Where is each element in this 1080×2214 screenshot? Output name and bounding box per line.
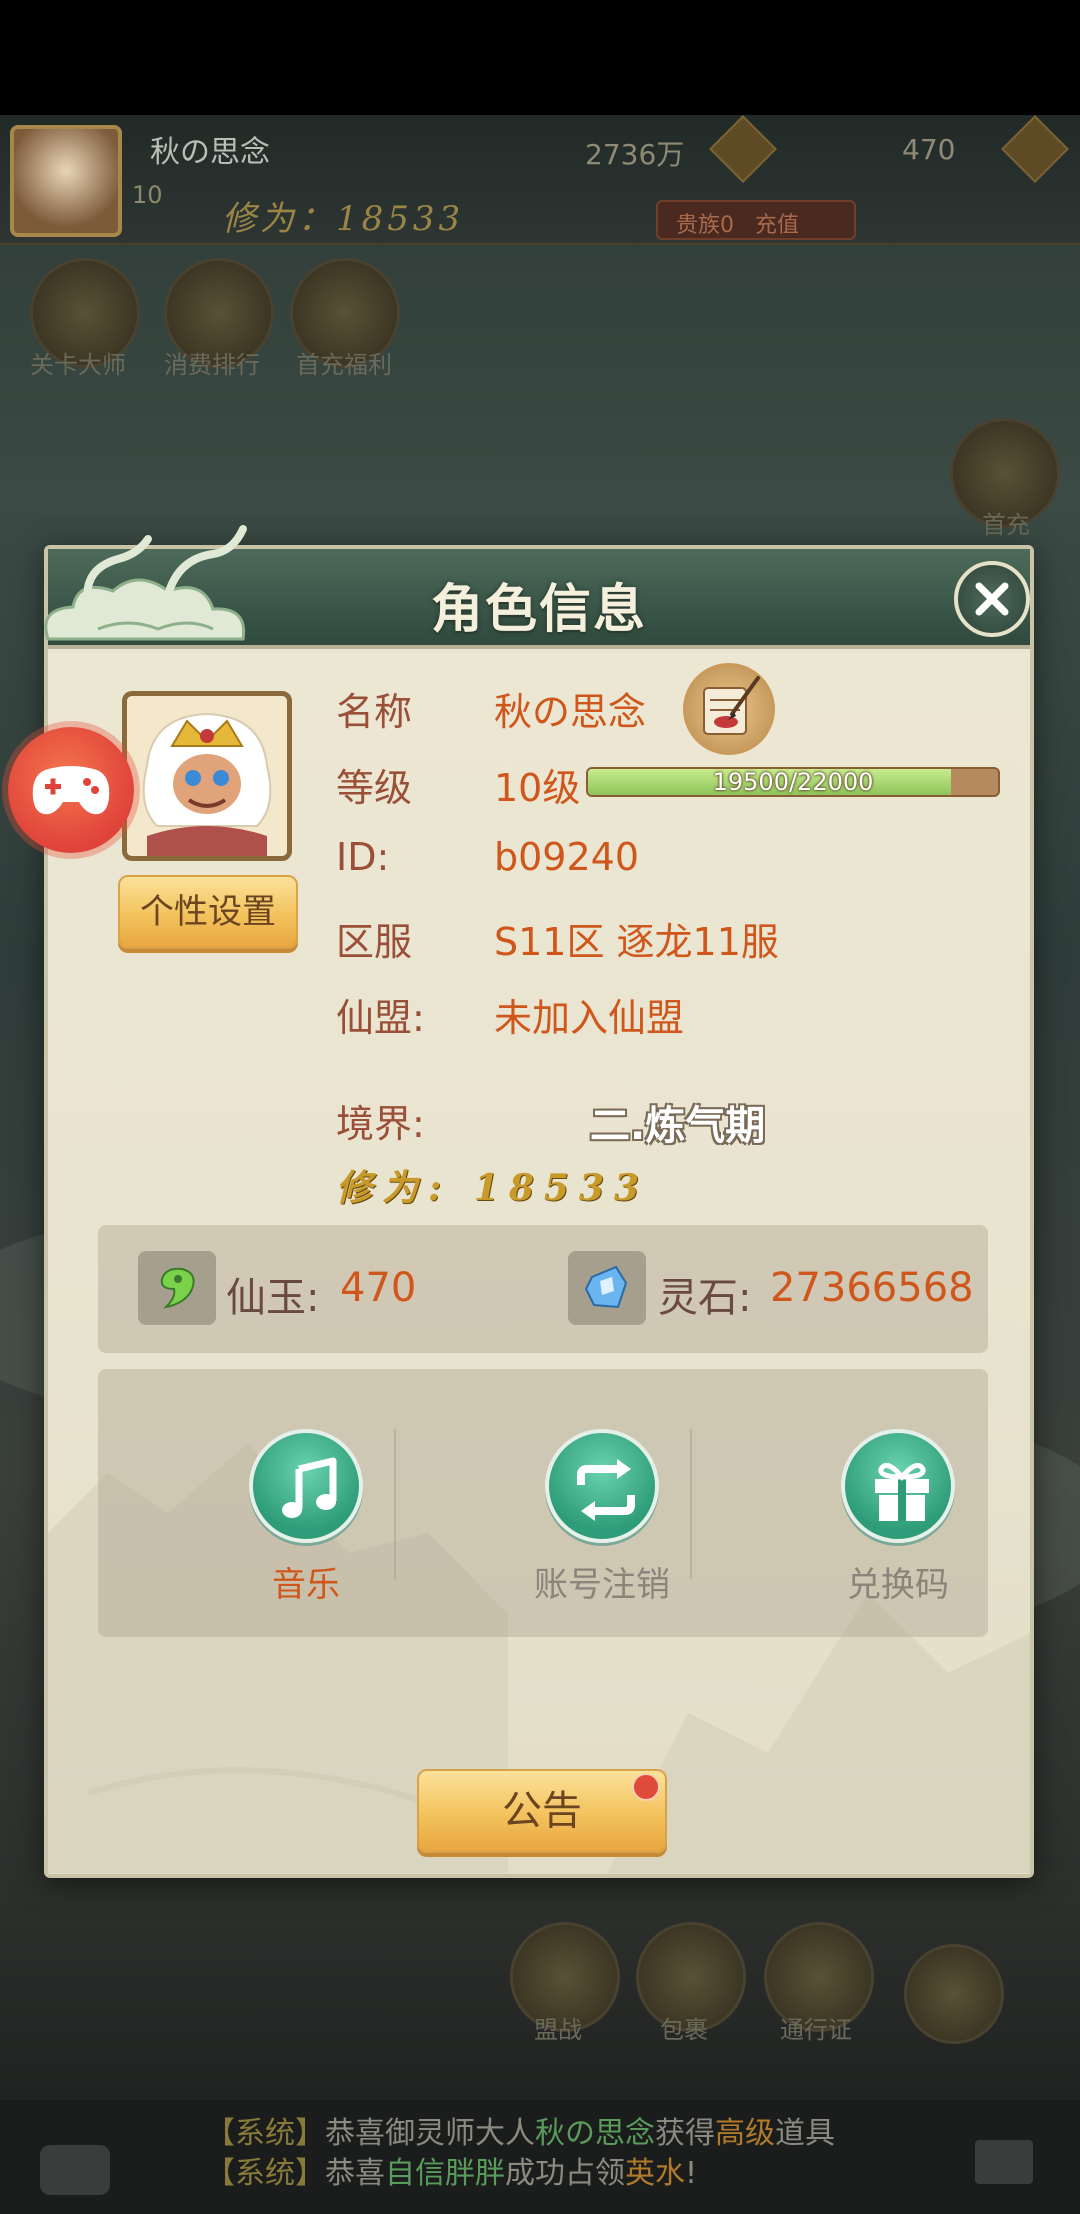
music-icon-circle: [249, 1429, 363, 1543]
scroll-brush-icon: [703, 676, 760, 735]
mail-icon[interactable]: [975, 2140, 1033, 2184]
player-name: 秋の思念: [150, 135, 270, 170]
alliance-value: 未加入仙盟: [494, 996, 685, 1040]
currency-panel: 仙玉: 470 灵石: 27366568: [98, 1225, 988, 1353]
chat-item: 英水: [625, 2156, 685, 2191]
chat-icon[interactable]: [40, 2145, 110, 2195]
chat-text: 获得: [655, 2116, 715, 2151]
stone-value: 27366568: [770, 1265, 974, 1311]
add-stone-button[interactable]: [709, 115, 777, 183]
chat-tag: 【系统】: [205, 2156, 325, 2191]
cultivation-value: 修为: 18533: [336, 1167, 650, 1209]
stage-master-label: 关卡大师: [30, 351, 126, 379]
close-icon: [975, 582, 1009, 616]
settings-panel: 音乐 账号注销 兑换码: [98, 1369, 988, 1637]
cloud-ornament-icon: [44, 525, 247, 641]
refresh-icon-circle: [545, 1429, 659, 1543]
account-cancel-button[interactable]: 账号注销: [502, 1429, 702, 1606]
music-button[interactable]: 音乐: [206, 1429, 406, 1606]
chat-item: 高级: [715, 2116, 775, 2151]
alliance-war-label: 盟战: [534, 2016, 582, 2044]
first-charge-label: 首充: [982, 511, 1030, 539]
divider: [394, 1429, 396, 1579]
name-label: 名称: [336, 690, 413, 734]
vip-recharge-badge[interactable]: 贵族0 充值: [656, 200, 856, 240]
refresh-icon: [577, 1459, 635, 1521]
character-info-dialog: 角色信息 个性设置 名称 秋の思念 等级 10级 19500/22000 ID:…: [44, 525, 1034, 1878]
chat-player: 自信胖胖: [385, 2156, 505, 2191]
server-value: S11区 逐龙11服: [494, 920, 779, 964]
realm-value: 二.炼气期: [590, 1103, 766, 1149]
dialog-header: 角色信息: [44, 525, 1030, 649]
server-label: 区服: [336, 920, 413, 964]
chat-player: 秋の思念: [535, 2116, 655, 2151]
notice-red-dot: [632, 1773, 660, 1801]
name-value: 秋の思念: [494, 690, 647, 734]
music-icon: [282, 1457, 337, 1518]
chat-line: 【系统】恭喜自信胖胖成功占领英水!: [205, 2148, 697, 2192]
stone-icon-box: [568, 1251, 646, 1325]
jade-label: 仙玉:: [226, 1275, 320, 1321]
character-portrait-icon: [127, 696, 287, 856]
music-label: 音乐: [272, 1565, 340, 1605]
redeem-code-label: 兑换码: [847, 1565, 949, 1605]
gift-icon-circle: [841, 1429, 955, 1543]
xp-progress-text: 19500/22000: [712, 768, 874, 796]
first-charge-gift-label: 首充福利: [296, 351, 392, 379]
player-cultivation: 修为：18533: [222, 199, 465, 239]
rename-button[interactable]: [683, 663, 775, 755]
add-jade-button[interactable]: [1001, 115, 1069, 183]
spend-rank-label: 消费排行: [164, 351, 260, 379]
bag-label: 包裹: [660, 2016, 708, 2044]
jade-amount: 470: [902, 133, 956, 166]
jade-value: 470: [340, 1265, 417, 1311]
stone-amount: 2736万: [585, 138, 685, 171]
recharge-label: 充值: [755, 213, 800, 238]
level-label: 等级: [336, 766, 413, 810]
player-level: 10: [132, 181, 163, 209]
gamepad-icon: [32, 766, 110, 815]
stone-label: 灵石:: [658, 1275, 752, 1321]
floating-gamepad-button[interactable]: [8, 727, 134, 853]
player-topbar: 秋の思念 10 修为：18533 2736万 470 贵族0 充值: [0, 115, 1080, 245]
character-avatar[interactable]: [122, 691, 292, 861]
xp-progress-bar: 19500/22000: [586, 767, 1000, 797]
chat-text: 成功占领: [505, 2156, 625, 2191]
spirit-stone-icon: [584, 1265, 628, 1309]
redeem-code-button[interactable]: 兑换码: [798, 1429, 998, 1606]
divider: [690, 1429, 692, 1579]
chat-text: !: [685, 2156, 698, 2191]
level-value: 10级: [494, 766, 581, 810]
close-button[interactable]: [954, 561, 1030, 637]
player-avatar[interactable]: [10, 125, 122, 237]
customize-button[interactable]: 个性设置: [118, 875, 298, 949]
id-label: ID:: [336, 835, 390, 879]
vip-label: 贵族0: [676, 213, 734, 238]
dialog-body: 个性设置 名称 秋の思念 等级 10级 19500/22000 ID: b092…: [48, 653, 1030, 1874]
id-value: b09240: [494, 835, 640, 879]
alliance-label: 仙盟:: [336, 996, 425, 1040]
chat-text: 道具: [775, 2116, 835, 2151]
jade-icon: [160, 1267, 195, 1309]
jade-icon-box: [138, 1251, 216, 1325]
account-cancel-label: 账号注销: [534, 1565, 670, 1605]
chat-text: 恭喜御灵师大人: [325, 2116, 535, 2151]
gift-icon: [875, 1462, 929, 1521]
chat-line: 【系统】恭喜御灵师大人秋の思念获得高级道具: [205, 2108, 835, 2152]
switch-icon[interactable]: [904, 1944, 1004, 2044]
pass-label: 通行证: [780, 2016, 852, 2044]
chat-text: 恭喜: [325, 2156, 385, 2191]
notice-button[interactable]: 公告: [417, 1769, 667, 1853]
realm-label: 境界:: [336, 1102, 425, 1146]
chat-tag: 【系统】: [205, 2116, 325, 2151]
